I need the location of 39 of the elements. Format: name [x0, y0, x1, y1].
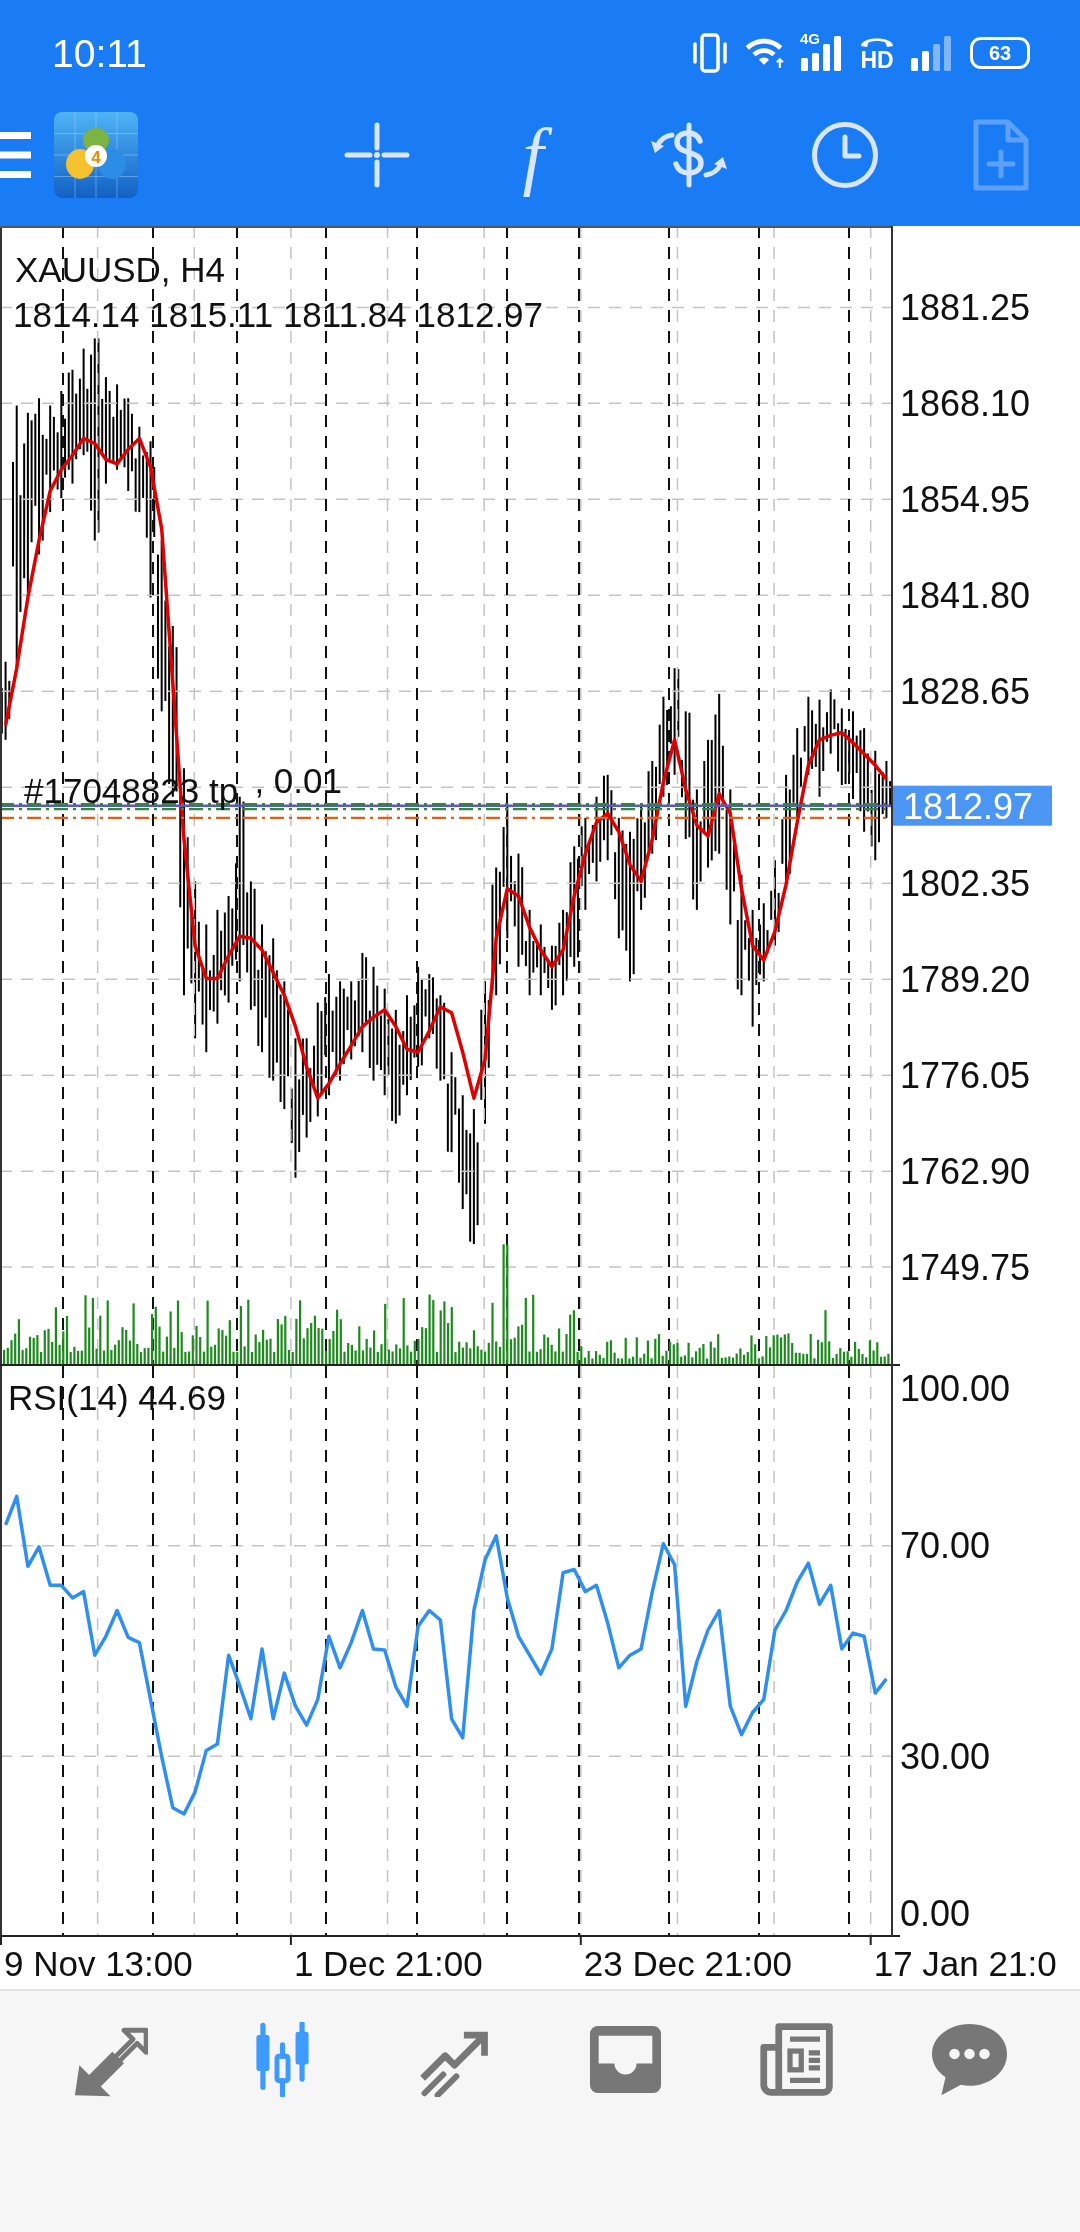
network-type-label: 4G	[800, 31, 820, 46]
time-axis-label: 23 Dec 21:00	[583, 1943, 792, 1983]
indicator-axis-label: 70.00	[900, 1525, 991, 1567]
price-axis-label: 1841.80	[900, 574, 1031, 616]
newspaper-icon[interactable]	[760, 2022, 835, 2097]
price-axis-label: 1881.25	[900, 286, 1031, 328]
price-axis-label: 1828.65	[900, 670, 1031, 712]
clock-icon[interactable]	[811, 121, 879, 189]
price-tag: 1812.97	[893, 785, 1052, 828]
price-axis-label: 1776.05	[900, 1054, 1031, 1096]
price-axis-label: 1749.75	[900, 1246, 1031, 1288]
menu-icon[interactable]	[0, 132, 31, 178]
time-axis-label: 17 Jan 21:0	[873, 1943, 1057, 1983]
app-logo[interactable]: 4	[54, 112, 138, 198]
currency-exchange-icon[interactable]	[649, 122, 729, 188]
symbol-label: XAUUSD, H4	[15, 249, 226, 289]
price-axis-label: 1868.10	[900, 382, 1031, 424]
ref-line-label: 1812.97	[903, 786, 1034, 828]
price-axis-label: 1762.90	[900, 1150, 1031, 1192]
crosshair-icon[interactable]	[344, 122, 410, 188]
hd-voice-label: HD	[860, 49, 894, 72]
price-axis-label: 1854.95	[900, 478, 1031, 520]
indicator-axis-label: 30.00	[900, 1735, 991, 1777]
indicator-axis-label: 0.00	[900, 1893, 971, 1935]
vibrate-icon	[692, 33, 728, 73]
indicator-axis-label: 100.00	[900, 1367, 1011, 1409]
ohlc-values: 1814.14 1815.11 1811.84 1812.97	[13, 294, 544, 334]
time-axis-label: 1 Dec 21:00	[293, 1943, 483, 1983]
price-axis-label: 1802.35	[900, 862, 1031, 904]
price-axis-label: 1789.20	[900, 958, 1031, 1000]
wifi-icon	[744, 36, 784, 70]
indicator-label: RSI(14) 44.69	[8, 1377, 226, 1417]
signal-icon	[800, 35, 844, 71]
status-time: 10:11	[52, 33, 147, 73]
time-axis-label: 9 Nov 13:00	[4, 1943, 193, 1983]
battery-indicator: 63	[970, 37, 1030, 69]
order-label: , 0.01	[254, 760, 342, 800]
chat-bubble-icon[interactable]	[931, 2022, 1007, 2097]
signal-icon	[910, 35, 954, 71]
